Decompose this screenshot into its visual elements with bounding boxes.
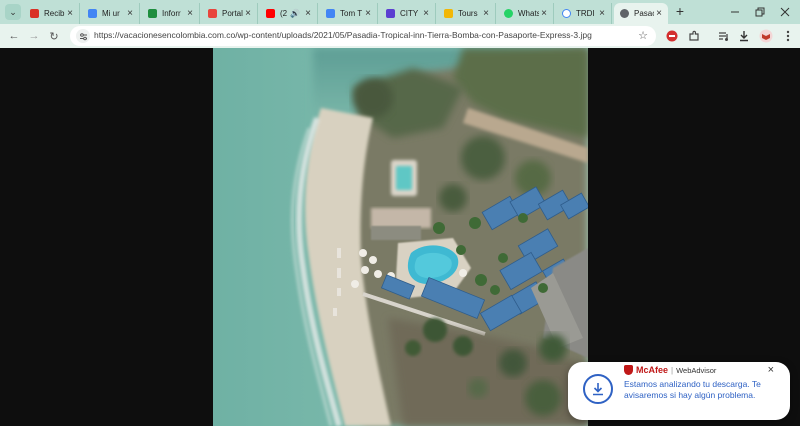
extension-button[interactable] — [664, 28, 680, 44]
avatar — [759, 29, 773, 43]
address-bar[interactable]: https://vacacionesencolombia.com.co/wp-c… — [70, 26, 656, 46]
globe-icon — [620, 9, 629, 18]
puzzle-icon — [689, 30, 699, 41]
tab-strip: ⌄ Recib × Mi ur × Inforr × Portal × (2 🔊… — [0, 0, 800, 24]
tab-title: Mi ur — [102, 9, 120, 18]
close-icon[interactable]: × — [65, 8, 75, 19]
close-icon[interactable]: × — [597, 8, 607, 19]
mcafee-download-notification: McAfee | WebAdvisor Estamos analizando t… — [568, 362, 790, 420]
page-viewport: McAfee | WebAdvisor Estamos analizando t… — [0, 48, 800, 426]
reload-button[interactable]: ↻ — [46, 28, 62, 44]
close-icon[interactable]: × — [363, 8, 373, 19]
tab-title: TRDI — [576, 9, 595, 18]
bookmark-star-icon[interactable]: ☆ — [638, 29, 648, 42]
browser-tab[interactable]: (2 🔊 × — [260, 3, 318, 24]
minimize-icon — [731, 11, 739, 13]
close-icon — [780, 7, 790, 17]
minimize-button[interactable] — [724, 3, 746, 21]
maps-icon — [326, 9, 335, 18]
tab-title: Portal — [222, 9, 243, 18]
browser-toolbar: ← → ↻ https://vacacionesencolombia.com.c… — [0, 24, 800, 48]
pencil-icon — [444, 9, 453, 18]
close-icon[interactable]: × — [481, 8, 491, 19]
queue-music-icon — [719, 32, 728, 41]
sheets-icon — [148, 9, 157, 18]
url-text: https://vacacionesencolombia.com.co/wp-c… — [94, 30, 592, 40]
tab-search-button[interactable]: ⌄ — [5, 4, 21, 20]
tab-title: Inforr — [162, 9, 181, 18]
tune-icon — [79, 32, 87, 40]
more-vert-icon — [786, 30, 790, 42]
stop-sign-extension-icon — [666, 30, 678, 42]
browser-tab[interactable]: Recib × — [24, 3, 80, 24]
close-icon[interactable]: × — [303, 8, 313, 19]
arrow-left-icon: ← — [8, 30, 20, 42]
tab-title: Tours — [458, 9, 478, 18]
tab-title: Recib — [44, 9, 65, 18]
mcafee-brand: McAfee | WebAdvisor — [624, 365, 716, 375]
close-icon[interactable]: × — [654, 8, 664, 19]
download-scan-icon — [583, 374, 613, 404]
restore-icon — [755, 7, 765, 17]
gmail-icon — [30, 9, 39, 18]
mcafee-shield-icon — [624, 365, 633, 375]
close-icon[interactable]: × — [421, 8, 431, 19]
portal-icon — [208, 9, 217, 18]
browser-tab[interactable]: Portal × — [202, 3, 258, 24]
site-info-button[interactable] — [76, 29, 90, 43]
tab-title: Whats — [518, 9, 539, 18]
tab-title: Tom T — [340, 9, 363, 18]
browser-tab[interactable]: TRDI × — [556, 3, 612, 24]
tab-title: CITY — [400, 9, 419, 18]
close-window-button[interactable] — [774, 3, 796, 21]
close-icon[interactable]: × — [243, 8, 253, 19]
notification-message: Estamos analizando tu descarga. Te avisa… — [624, 379, 761, 400]
tab-title: Pasac — [634, 9, 654, 18]
arrow-right-icon: → — [28, 30, 40, 42]
new-tab-button[interactable]: + — [672, 4, 688, 20]
notification-close-icon[interactable]: × — [768, 364, 774, 376]
downloads-button[interactable] — [736, 28, 752, 44]
product-name: WebAdvisor — [676, 365, 717, 375]
forward-button[interactable]: → — [26, 28, 42, 44]
brand-separator: | — [671, 365, 674, 375]
close-icon[interactable]: × — [185, 8, 195, 19]
google-icon — [562, 9, 571, 18]
tab-title: (2 — [280, 9, 288, 18]
browser-tab-active[interactable]: Pasac × — [614, 3, 668, 24]
browser-tab[interactable]: CITY × — [380, 3, 436, 24]
drive-icon — [88, 9, 97, 18]
browser-tab[interactable]: Whats × — [498, 3, 554, 24]
youtube-icon — [266, 9, 275, 18]
chevron-down-icon: ⌄ — [9, 6, 17, 17]
browser-tab[interactable]: Inforr × — [142, 3, 200, 24]
close-icon[interactable]: × — [539, 8, 549, 19]
yahoo-icon — [386, 9, 395, 18]
aerial-resort-photo — [213, 48, 588, 426]
whatsapp-icon — [504, 9, 513, 18]
browser-tab[interactable]: Tours × — [438, 3, 496, 24]
extensions-button[interactable] — [686, 28, 702, 44]
download-icon — [740, 31, 748, 42]
close-icon[interactable]: × — [125, 8, 135, 19]
browser-tab[interactable]: Tom T × — [320, 3, 378, 24]
restore-button[interactable] — [749, 3, 771, 21]
brand-name: McAfee — [636, 365, 669, 375]
chrome-menu-button[interactable] — [780, 28, 796, 44]
speaker-icon[interactable]: 🔊 — [290, 9, 300, 18]
aerial-photo-image — [213, 48, 588, 426]
reading-list-button[interactable] — [716, 28, 732, 44]
browser-tab[interactable]: Mi ur × — [82, 3, 140, 24]
profile-button[interactable] — [758, 28, 774, 44]
reload-icon: ↻ — [49, 30, 59, 43]
back-button[interactable]: ← — [6, 28, 22, 44]
